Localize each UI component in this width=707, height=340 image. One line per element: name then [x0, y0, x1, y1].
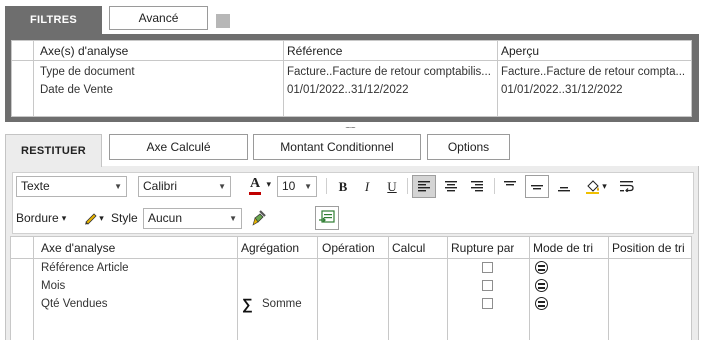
- grid-divider: [237, 237, 238, 340]
- pen-icon: [85, 213, 97, 225]
- chevron-down-icon: ▼: [304, 182, 312, 191]
- grid-divider: [388, 237, 389, 340]
- cell-style-select[interactable]: Aucun ▼: [143, 208, 242, 229]
- grid-divider: [33, 237, 34, 340]
- chevron-down-icon: ▾: [61, 212, 67, 223]
- grid-divider: [317, 237, 318, 340]
- insert-field-button[interactable]: [315, 206, 339, 230]
- bold-button[interactable]: B: [333, 176, 353, 197]
- column-header-position-tri[interactable]: Position de tri: [612, 241, 685, 255]
- filtre-row-apercu: 01/01/2022..31/12/2022: [501, 84, 623, 96]
- bordure-label: Bordure: [16, 211, 59, 225]
- grid-divider: [33, 41, 34, 116]
- grid-divider: [283, 41, 284, 116]
- valign-bottom-button[interactable]: [553, 175, 575, 198]
- align-left-icon: [418, 181, 430, 192]
- column-header-calcul[interactable]: Calcul: [392, 241, 425, 255]
- filtres-grid: Axe(s) d'analyse Référence Aperçu Type d…: [11, 40, 692, 117]
- column-header-apercu[interactable]: Aperçu: [501, 44, 539, 58]
- chevron-down-icon: ▾: [602, 181, 607, 191]
- rupture-checkbox[interactable]: [482, 280, 493, 291]
- filtre-row-axe[interactable]: Date de Vente: [40, 84, 113, 96]
- font-size-select[interactable]: 10 ▼: [277, 176, 317, 197]
- insert-field-icon: [319, 210, 335, 223]
- highlight-pen-button[interactable]: ▾: [82, 208, 106, 228]
- column-header-axes[interactable]: Axe(s) d'analyse: [40, 44, 128, 58]
- sort-mode-icon[interactable]: [535, 261, 548, 274]
- column-header-rupture[interactable]: Rupture par: [451, 241, 514, 255]
- valign-middle-button[interactable]: [525, 175, 549, 198]
- style-select-value: Texte: [21, 179, 50, 193]
- filtre-row-reference[interactable]: Facture..Facture de retour comptabilis..…: [287, 66, 493, 78]
- restituer-row-axe[interactable]: Référence Article: [41, 262, 129, 274]
- font-size-value: 10: [282, 179, 296, 193]
- splitter-handle[interactable]: ........: [342, 122, 358, 130]
- restituer-grid: Axe d'analyse Agrégation Opération Calcu…: [10, 236, 692, 340]
- toolbar-separator: [326, 178, 327, 194]
- valign-bottom-icon: [558, 187, 570, 192]
- font-select[interactable]: Calibri ▼: [138, 176, 231, 197]
- filtre-row-reference[interactable]: 01/01/2022..31/12/2022: [287, 84, 409, 96]
- rupture-checkbox[interactable]: [482, 298, 493, 309]
- column-header-mode-tri[interactable]: Mode de tri: [533, 241, 593, 255]
- filtre-row-axe[interactable]: Type de document: [40, 66, 135, 78]
- cell-style-value: Aucun: [148, 211, 183, 225]
- align-right-icon: [471, 181, 483, 192]
- avance-button[interactable]: Avancé: [109, 6, 208, 30]
- chevron-down-icon: ▼: [218, 182, 226, 191]
- column-header-agregation[interactable]: Agrégation: [241, 241, 299, 255]
- options-button[interactable]: Options: [427, 134, 510, 160]
- font-color-icon: A: [250, 176, 261, 191]
- sort-mode-icon[interactable]: [535, 297, 548, 310]
- montant-conditionnel-button[interactable]: Montant Conditionnel: [253, 134, 421, 160]
- column-header-axe[interactable]: Axe d'analyse: [41, 241, 115, 255]
- chevron-down-icon: ▼: [229, 214, 237, 223]
- underline-button[interactable]: U: [382, 176, 402, 197]
- font-color-bar: [249, 192, 261, 195]
- align-right-button[interactable]: [466, 175, 488, 198]
- broom-icon: [252, 210, 266, 226]
- format-toolbar: Texte ▼ Calibri ▼ A ▾ 10 ▼ B I U ▾ Bordu…: [12, 172, 694, 234]
- font-color-button[interactable]: A ▾: [246, 176, 272, 197]
- align-center-icon: [445, 181, 457, 192]
- toolbar-separator: [407, 178, 408, 194]
- restituer-row-agregation[interactable]: Somme: [262, 298, 302, 310]
- tab-filtres[interactable]: FILTRES: [5, 6, 102, 34]
- chevron-down-icon: ▾: [99, 212, 104, 223]
- valign-top-button[interactable]: [499, 175, 521, 198]
- grid-divider: [529, 237, 530, 340]
- collapse-square-icon[interactable]: [216, 14, 230, 28]
- axe-calcule-button[interactable]: Axe Calculé: [109, 134, 248, 160]
- style-select[interactable]: Texte ▼: [16, 176, 127, 197]
- sort-mode-icon[interactable]: [535, 279, 548, 292]
- tab-restituer[interactable]: RESTITUER: [5, 134, 102, 167]
- valign-middle-icon: [531, 185, 543, 190]
- grid-divider: [497, 41, 498, 116]
- chevron-down-icon: ▾: [266, 179, 271, 189]
- valign-top-icon: [504, 181, 516, 186]
- sum-icon: ∑: [242, 296, 253, 313]
- wrap-text-button[interactable]: [616, 175, 638, 198]
- align-left-button[interactable]: [412, 175, 436, 198]
- fill-color-button[interactable]: ▾: [581, 175, 611, 198]
- column-header-operation[interactable]: Opération: [322, 241, 375, 255]
- restituer-row-axe[interactable]: Qté Vendues: [41, 298, 108, 310]
- bordure-dropdown[interactable]: Bordure ▾: [16, 208, 66, 228]
- rupture-checkbox[interactable]: [482, 262, 493, 273]
- style-label: Style: [111, 211, 138, 225]
- filtre-row-apercu: Facture..Facture de retour compta...: [501, 66, 686, 78]
- column-header-reference[interactable]: Référence: [287, 44, 342, 58]
- chevron-down-icon: ▼: [114, 182, 122, 191]
- paint-bucket-icon: [586, 179, 600, 194]
- grid-divider: [608, 237, 609, 340]
- align-center-button[interactable]: [440, 175, 462, 198]
- font-select-value: Calibri: [143, 179, 178, 193]
- toolbar-separator: [494, 178, 495, 194]
- italic-button[interactable]: I: [357, 176, 377, 197]
- wrap-text-icon: [620, 181, 634, 192]
- restituer-row-axe[interactable]: Mois: [41, 280, 65, 292]
- format-painter-button[interactable]: [249, 208, 269, 228]
- grid-divider: [447, 237, 448, 340]
